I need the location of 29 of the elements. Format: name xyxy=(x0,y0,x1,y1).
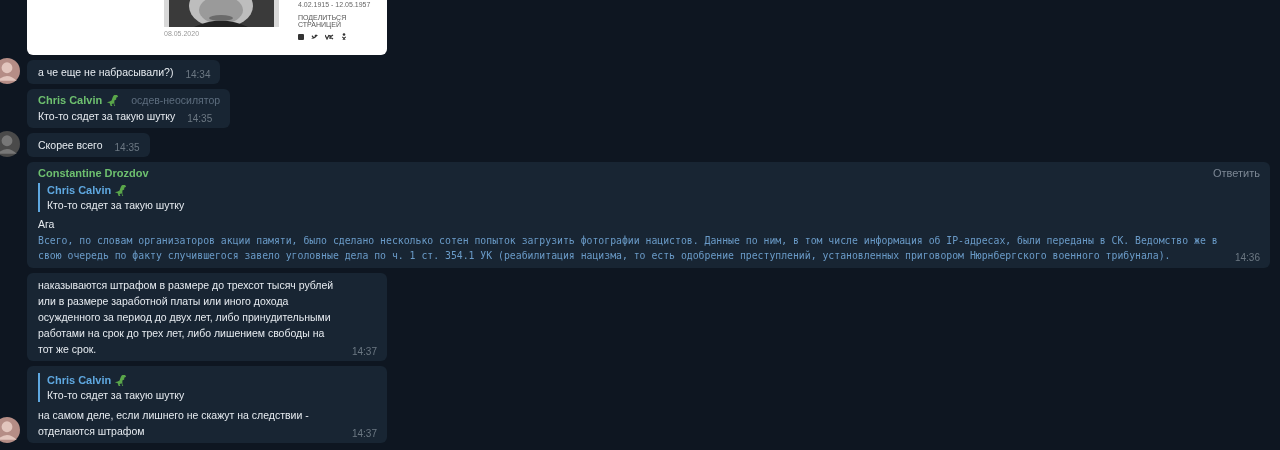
message-text: Скорее всего xyxy=(38,138,103,153)
message-time: 14:34 xyxy=(185,68,211,82)
message-text: наказываются штрафом в размере до трехсот тысяч рублей или в размере заработной платы или иного дохода осужденного за период до двух лет, либо принудительными работами на срок до трех лет, либо лишением свободы на тот же срок. xyxy=(38,278,335,357)
message-text: Ага xyxy=(38,217,56,232)
message-text: на самом деле, если лишнего не скажут на следствии - отделаются штрафом xyxy=(38,408,310,439)
message-time: 14:35 xyxy=(187,112,213,126)
reply-link[interactable]: Ответить xyxy=(1212,166,1260,180)
quoted-reply[interactable]: Chris Calvin Кто-то сядет за такую шутку xyxy=(38,183,1260,212)
message-time: 14:35 xyxy=(114,141,140,155)
quote-author: Chris Calvin xyxy=(47,373,112,387)
quoted-reply[interactable]: Chris Calvin Кто-то сядет за такую шутку xyxy=(38,373,377,402)
avatar[interactable] xyxy=(0,58,20,84)
bird-share-icon[interactable] xyxy=(311,33,318,40)
message-text: Кто-то сядет за такую шутку xyxy=(38,109,176,124)
code-text: Всего, по словам организаторов акции памяти, было сделано несколько сотен попыток загрузить фотографии нацистов. Данные по ним, в том числе информация об IP-адресах, были переданы в СК. Ведомство же в свою очередь по факту случившегося завело уголовные дела по ч. 1 ст. 354.1 УК (реабилитация нацизма, то есть одобрение преступлений, установленных приговором Нюрнбергского военного трибунала). xyxy=(38,234,1219,263)
quote-text: Кто-то сядет за такую шутку xyxy=(47,198,186,212)
message-time: 14:37 xyxy=(351,427,377,441)
message-text: а че еще не набрасывали?) xyxy=(38,65,174,80)
avatar[interactable] xyxy=(0,417,20,443)
member-title: осдев-неосилятор xyxy=(131,93,221,107)
wave-share-icon[interactable] xyxy=(325,33,335,40)
sender-name[interactable]: Constantine Drozdov xyxy=(38,166,149,180)
message-time: 14:37 xyxy=(351,345,377,359)
message-time: 14:36 xyxy=(1234,251,1260,265)
sender-name[interactable]: Chris Calvin xyxy=(38,93,103,107)
figure-share-icon[interactable] xyxy=(342,33,346,40)
quote-author: Chris Calvin xyxy=(47,183,112,197)
quote-text: Кто-то сядет за такую шутку xyxy=(47,388,186,402)
square-share-icon[interactable] xyxy=(298,33,304,40)
